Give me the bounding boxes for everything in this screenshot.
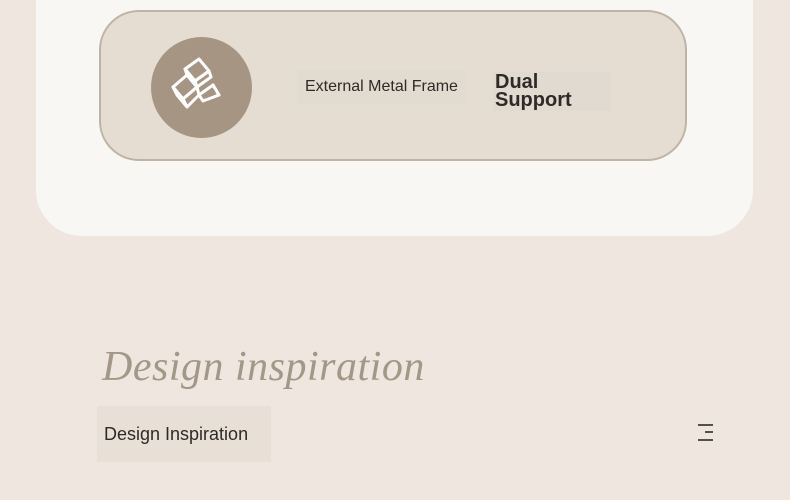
support-label: Dual Support [493,72,611,111]
feature-card: External Metal Frame Dual Support [99,10,687,161]
section-headline: Design inspiration [102,344,425,390]
section-subheading: Design Inspiration [97,406,271,462]
support-label-line2: Support [495,89,572,111]
menu-button[interactable] [693,418,719,448]
frame-label: External Metal Frame [297,70,466,104]
feature-icon-badge [151,37,252,138]
